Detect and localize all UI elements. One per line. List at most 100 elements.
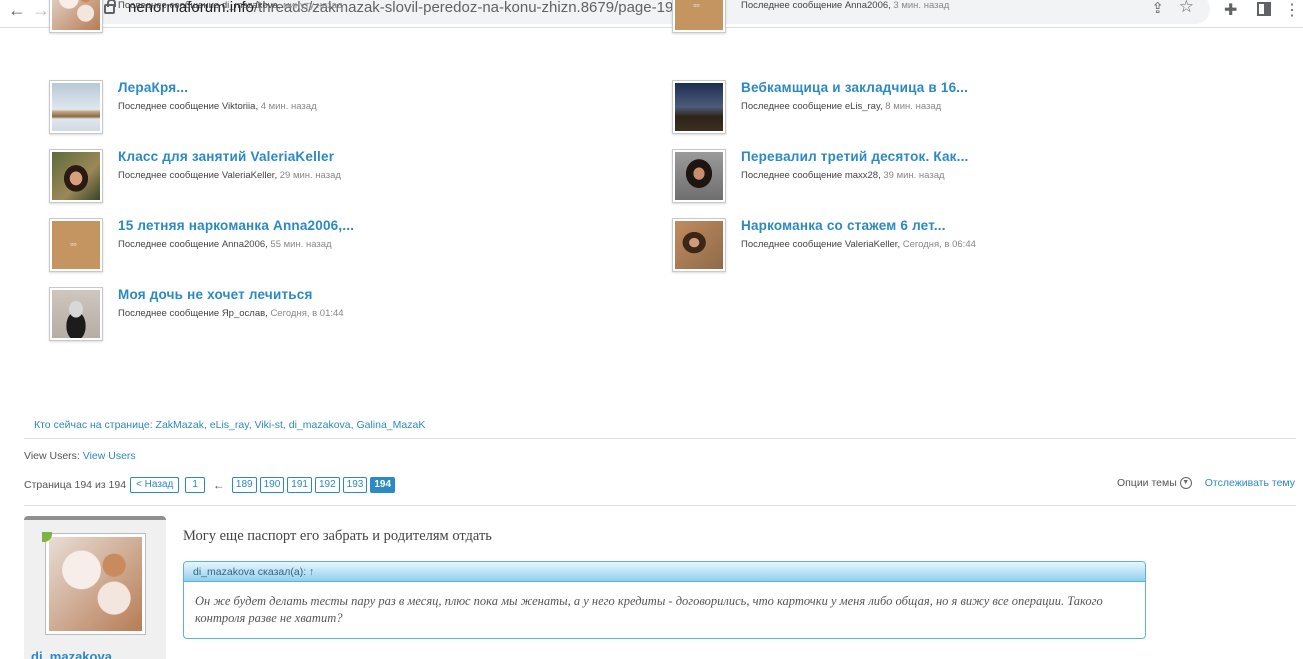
back-arrow-icon[interactable]: ← [6,0,28,22]
last-post-label: Последнее сообщение [118,0,220,11]
last-post-author[interactable]: di_mazakova [222,0,278,11]
thread-title[interactable]: Наркоманка со стажем 6 лет... [741,218,946,233]
last-post-time: Сегодня, в 01:44 [270,308,344,319]
menu-kebab-icon[interactable]: ⋮ [1284,0,1300,20]
post-avatar[interactable] [45,533,146,635]
divider [24,438,1296,439]
thread-avatar[interactable] [672,149,726,203]
last-post-time: минуту назад [283,0,343,11]
last-post-label: Последнее сообщение [741,170,843,181]
quote-header[interactable]: di_mazakova сказал(а): ↑ [184,562,1145,582]
avatar-image [52,83,100,131]
page-label: Страница 194 из 194 [24,478,127,491]
thread-avatar[interactable] [672,80,726,134]
current-page-button[interactable]: 194 [370,476,396,493]
thread-last-post: Последнее сообщение Anna2006, 3 мин. наз… [741,0,950,11]
last-post-label: Последнее сообщение [118,170,220,181]
thread-item: Моя дочь не хочет лечиться Последнее сооб… [49,287,609,343]
view-users-row: View Users: View Users [24,450,136,462]
last-post-author[interactable]: Anna2006 [845,0,888,11]
last-post-author[interactable]: Viktoriia [222,101,256,112]
last-post-label: Последнее сообщение [741,239,843,250]
page-button[interactable]: 189 [231,476,257,493]
last-post-time: Сегодня, в 06:44 [902,239,976,250]
page-button[interactable]: 191 [287,476,312,493]
avatar-image [49,537,142,631]
last-post-author[interactable]: Anna2006 [222,239,265,250]
thread-last-post: Последнее сообщение Anna2006, 55 мин. на… [118,239,332,250]
avatar-image [52,152,100,200]
last-post-time: 3 мин. назад [893,0,950,11]
thread-avatar[interactable] [49,218,103,272]
last-post-author[interactable]: ValeriaKeller [845,239,898,250]
thread-avatar[interactable] [49,149,103,203]
thread-item: Последнее сообщение di_mazakova, минуту … [49,0,609,35]
divider [24,505,1296,506]
thread-title[interactable]: 15 летняя наркоманка Anna2006,... [118,218,354,233]
pagination: Страница 194 из 194 < Назад 1 ← 189 190 … [24,476,398,493]
last-post-author[interactable]: maxx28 [845,170,878,181]
thread-item: 15 летняя наркоманка Anna2006,... Последн… [49,218,609,274]
last-post-label: Последнее сообщение [118,239,220,250]
last-post-author[interactable]: ValeriaKeller [222,170,275,181]
last-post-label: Последнее сообщение [741,0,843,11]
avatar-image [675,152,723,200]
quote-text: Он же будет делать тесты пару раз в меся… [195,594,1103,625]
watch-thread-link[interactable]: Отслеживать тему [1205,477,1295,489]
avatar-image [52,0,100,30]
thread-item: ЛераКря... Последнее сообщение Viktoriia,… [49,80,609,136]
thread-avatar[interactable] [49,80,103,134]
page-button[interactable]: 193 [342,476,368,493]
thread-item: Перевалил третий десяток. Как... Последне… [672,149,1232,205]
last-post-time: 29 мин. назад [279,170,341,181]
chevron-down-icon[interactable]: ▼ [1179,477,1192,489]
thread-avatar[interactable] [672,218,726,272]
thread-avatar[interactable] [672,0,726,33]
last-post-author[interactable]: Яр_ослав [222,308,265,319]
thread-last-post: Последнее сообщение di_mazakova, минуту … [118,0,343,11]
thread-item: Наркоманка со стажем 6 лет... Последнее с… [672,218,1232,274]
who-viewing[interactable]: Кто сейчас на странице: ZakMazak, eLis_r… [34,419,425,431]
post-username[interactable]: di_mazakova [31,649,112,659]
thread-last-post: Последнее сообщение maxx28, 39 мин. наза… [741,170,945,181]
avatar-image [52,290,100,338]
thread-last-post: Последнее сообщение Яр_ослав, Сегодня, в… [118,308,344,319]
thread-last-post: Последнее сообщение Viktoriia, 4 мин. на… [118,101,317,112]
avatar-image [52,221,100,269]
thread-item: Вебкамщица и закладчица в 16... Последнее… [672,80,1232,136]
post-author-sidebar: di_mazakova [24,516,166,659]
last-post-label: Последнее сообщение [118,101,220,112]
last-post-author[interactable]: eLis_ray [845,101,880,112]
side-panel-icon[interactable] [1257,2,1271,16]
thread-tools: Опции темы ▼ Отслеживать тему [1117,477,1295,489]
thread-item: Последнее сообщение Anna2006, 3 мин. наз… [672,0,1232,35]
thread-title[interactable]: ЛераКря... [118,80,188,95]
thread-options-button[interactable]: Опции темы [1117,477,1177,489]
thread-title[interactable]: Вебкамщица и закладчица в 16... [741,80,968,95]
thread-title[interactable]: Моя дочь не хочет лечиться [118,287,313,302]
last-post-time: 4 мин. назад [260,101,317,112]
last-post-time: 55 мин. назад [270,239,332,250]
last-post-time: 8 мин. назад [885,101,942,112]
page-button[interactable]: 190 [259,476,285,493]
last-post-label: Последнее сообщение [741,101,843,112]
view-users-link[interactable]: View Users [83,450,136,462]
prev-page-button[interactable]: < Назад [130,476,180,493]
avatar-image [675,83,723,131]
thread-avatar[interactable] [49,287,103,341]
thread-last-post: Последнее сообщение ValeriaKeller, Сегод… [741,239,976,250]
thread-title[interactable]: Класс для занятий ValeriaKeller [118,149,334,164]
quote-block: di_mazakova сказал(а): ↑ Он же будет дел… [183,561,1146,639]
post-message: Могу еще паспорт его забрать и родителям… [183,528,492,544]
last-post-label: Последнее сообщение [118,308,220,319]
thread-avatar[interactable] [49,0,103,33]
skip-arrow-icon: ← [212,477,225,492]
thread-last-post: Последнее сообщение eLis_ray, 8 мин. наз… [741,101,942,112]
thread-title[interactable]: Перевалил третий десяток. Как... [741,149,969,164]
view-users-label: View Users: [24,450,80,462]
last-post-time: 39 мин. назад [883,170,945,181]
thread-last-post: Последнее сообщение ValeriaKeller, 29 ми… [118,170,341,181]
first-page-button[interactable]: 1 [185,476,205,493]
avatar-image [675,0,723,30]
page-button[interactable]: 192 [314,476,340,493]
